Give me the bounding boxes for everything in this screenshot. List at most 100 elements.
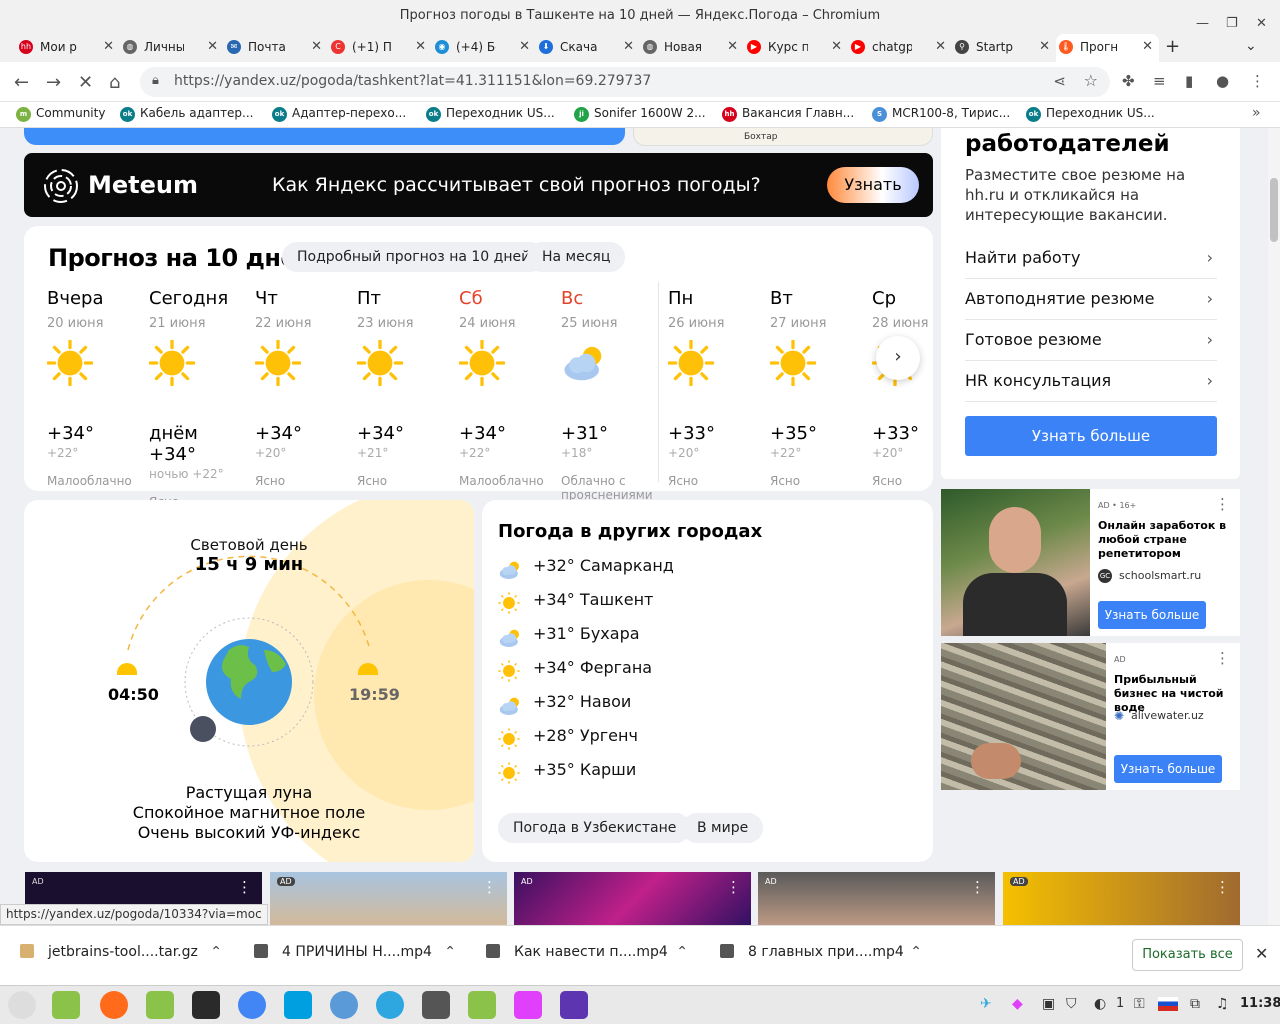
forecast-day[interactable]: Сб 24 июня +34° +22° Малооблачно bbox=[458, 288, 559, 488]
forecast-day[interactable]: Чт 22 июня +34° +20° Ясно bbox=[254, 288, 355, 488]
more-bookmarks-icon[interactable]: » bbox=[1252, 105, 1261, 121]
bottom-ad-3-menu-icon[interactable]: ⋮ bbox=[726, 878, 741, 896]
bottom-ad-4[interactable]: AD ⋮ bbox=[758, 872, 995, 925]
tray-language-flag-icon[interactable] bbox=[1158, 997, 1178, 1011]
tray-jetbrains-icon[interactable]: ◆ bbox=[1012, 996, 1023, 1012]
tab-5[interactable]: ⬇ Скача ✕ bbox=[536, 34, 640, 62]
bottom-ad-3[interactable]: AD ⋮ bbox=[514, 872, 751, 925]
tray-sound-icon[interactable]: ♫ bbox=[1216, 996, 1229, 1012]
home-icon[interactable]: ⌂ bbox=[109, 72, 120, 93]
jetbrains-icon[interactable] bbox=[514, 991, 542, 1019]
chromium-icon[interactable] bbox=[330, 991, 358, 1019]
monitor-icon[interactable] bbox=[284, 991, 312, 1019]
media-player-icon[interactable] bbox=[560, 991, 588, 1019]
hh-link[interactable]: Найти работу › bbox=[965, 238, 1217, 279]
city-item[interactable]: +32° Навои bbox=[498, 692, 798, 716]
telegram-icon[interactable] bbox=[376, 991, 404, 1019]
tray-shield-icon[interactable]: ⛉ bbox=[1066, 996, 1077, 1012]
bookmark-star-icon[interactable]: ☆ bbox=[1084, 71, 1098, 90]
close-tab-icon[interactable]: ✕ bbox=[519, 34, 530, 60]
terminal-icon[interactable] bbox=[192, 991, 220, 1019]
bottom-ad-5[interactable]: AD ⋮ bbox=[1003, 872, 1240, 925]
forecast-day[interactable]: Вчера 20 июня +34° +22° Малооблачно bbox=[46, 288, 147, 488]
forecast-day[interactable]: Сегодня21 июняднём +34°ночью +22°Ясно bbox=[148, 288, 249, 509]
stop-icon[interactable]: ✕ bbox=[78, 72, 93, 93]
close-tab-icon[interactable]: ✕ bbox=[623, 34, 634, 60]
tab-3[interactable]: C (+1) Пр ✕ bbox=[328, 34, 432, 62]
ad-2-button[interactable]: Узнать больше bbox=[1114, 755, 1222, 783]
tray-telegram-icon[interactable]: ✈ bbox=[980, 996, 992, 1012]
close-tab-icon[interactable]: ✕ bbox=[1142, 34, 1153, 60]
share-icon[interactable]: ⋖ bbox=[1053, 72, 1066, 90]
calculator-icon[interactable] bbox=[422, 991, 450, 1019]
folder-icon[interactable] bbox=[146, 991, 174, 1019]
tab-search-icon[interactable]: ⌄ bbox=[1245, 38, 1257, 54]
profile-icon[interactable]: ● bbox=[1216, 72, 1229, 90]
download-options-icon[interactable]: ⌃ bbox=[676, 944, 688, 960]
forecast-day[interactable]: Вс 25 июня +31° +18° Облачно с прояснениями bbox=[561, 288, 661, 502]
city-item[interactable]: +28° Ургенч bbox=[498, 726, 798, 750]
scrollbar-thumb[interactable] bbox=[1270, 178, 1278, 242]
city-item[interactable]: +35° Карши bbox=[498, 760, 798, 784]
tray-network-icon[interactable]: ⚿ bbox=[1134, 996, 1145, 1012]
meteum-learn-button[interactable]: Узнать bbox=[827, 167, 919, 203]
bookmark-item[interactable]: ok Адаптер-перехо... bbox=[272, 106, 406, 122]
ad-1-button[interactable]: Узнать больше bbox=[1098, 601, 1206, 629]
detailed-forecast-pill[interactable]: Подробный прогноз на 10 дней bbox=[282, 242, 546, 272]
close-tab-icon[interactable]: ✕ bbox=[415, 34, 426, 60]
sidepanel-icon[interactable]: ▮ bbox=[1185, 72, 1193, 90]
bookmark-item[interactable]: ok Кабель адаптер... bbox=[120, 106, 254, 122]
mint-menu-icon[interactable] bbox=[8, 991, 36, 1019]
close-tab-icon[interactable]: ✕ bbox=[727, 34, 738, 60]
hh-link[interactable]: Готовое резюме › bbox=[965, 320, 1217, 361]
close-tab-icon[interactable]: ✕ bbox=[207, 34, 218, 60]
tab-9[interactable]: ⚲ Startp ✕ bbox=[952, 34, 1056, 62]
world-weather-pill[interactable]: В мире bbox=[682, 813, 764, 843]
hh-link[interactable]: Автоподнятие резюме › bbox=[965, 279, 1217, 320]
city-item[interactable]: +34° Ташкент bbox=[498, 590, 798, 614]
bookmark-item[interactable]: ji Sonifer 1600W 2... bbox=[574, 106, 706, 122]
hh-link[interactable]: HR консультация › bbox=[965, 361, 1217, 402]
download-item[interactable]: Как навести п....mp4 ⌃ bbox=[486, 944, 696, 960]
ad-card-2[interactable]: AD ⋮ Прибыльный бизнес на чистой воде ✺ … bbox=[941, 643, 1240, 790]
download-options-icon[interactable]: ⌃ bbox=[910, 944, 922, 960]
hh-learn-more-button[interactable]: Узнать больше bbox=[965, 416, 1217, 456]
city-item[interactable]: +34° Фергана bbox=[498, 658, 798, 682]
page-scrollbar[interactable] bbox=[1268, 128, 1280, 925]
chrome-icon[interactable] bbox=[238, 991, 266, 1019]
tab-8[interactable]: ▶ chatgp ✕ bbox=[848, 34, 952, 62]
bottom-ad-2-menu-icon[interactable]: ⋮ bbox=[482, 878, 497, 896]
close-downloads-icon[interactable]: ✕ bbox=[1255, 944, 1268, 963]
month-forecast-pill[interactable]: На месяц bbox=[527, 242, 626, 272]
tray-notification-icon[interactable]: ◐ bbox=[1094, 996, 1106, 1012]
ad-1-menu-icon[interactable]: ⋮ bbox=[1215, 495, 1230, 513]
close-tab-icon[interactable]: ✕ bbox=[935, 34, 946, 60]
close-tab-icon[interactable]: ✕ bbox=[311, 34, 322, 60]
forecast-day[interactable]: Пн 26 июня +33° +20° Ясно bbox=[667, 288, 768, 488]
address-bar[interactable]: 🔒︎ https://yandex.uz/pogoda/tashkent?lat… bbox=[140, 67, 1110, 97]
download-item[interactable]: 8 главных при....mp4 ⌃ bbox=[720, 944, 930, 960]
media-icon[interactable]: ≡ bbox=[1153, 72, 1166, 90]
bookmark-item[interactable]: ok Переходник US... bbox=[426, 106, 555, 122]
next-days-button[interactable]: › bbox=[876, 336, 920, 380]
close-tab-icon[interactable]: ✕ bbox=[103, 34, 114, 60]
tab-0[interactable]: hh Мои р ✕ bbox=[16, 34, 120, 62]
android-icon[interactable] bbox=[468, 991, 496, 1019]
tab-6[interactable]: ◍ Новая ✕ bbox=[640, 34, 744, 62]
forecast-day[interactable]: Вт 27 июня +35° +22° Ясно bbox=[769, 288, 870, 488]
tab-10[interactable]: 🌡 Прогн ✕ bbox=[1056, 34, 1159, 62]
map-fragment[interactable]: Бохтар bbox=[633, 128, 933, 146]
show-all-downloads-button[interactable]: Показать все bbox=[1132, 939, 1243, 971]
download-options-icon[interactable]: ⌃ bbox=[444, 944, 456, 960]
tab-7[interactable]: ▶ Курс п ✕ bbox=[744, 34, 848, 62]
firefox-icon[interactable] bbox=[100, 991, 128, 1019]
lock-icon[interactable]: 🔒︎ bbox=[152, 73, 159, 88]
download-item[interactable]: jetbrains-tool....tar.gz ⌃ bbox=[20, 944, 230, 960]
city-item[interactable]: +32° Самарканд bbox=[498, 556, 798, 580]
close-tab-icon[interactable]: ✕ bbox=[831, 34, 842, 60]
top-blue-banner[interactable] bbox=[24, 128, 625, 145]
forecast-day[interactable]: Пт 23 июня +34° +21° Ясно bbox=[356, 288, 457, 488]
tab-4[interactable]: ◉ (+4) Бе ✕ bbox=[432, 34, 536, 62]
download-options-icon[interactable]: ⌃ bbox=[210, 944, 222, 960]
tray-clipboard-icon[interactable]: ▣ bbox=[1042, 996, 1055, 1012]
